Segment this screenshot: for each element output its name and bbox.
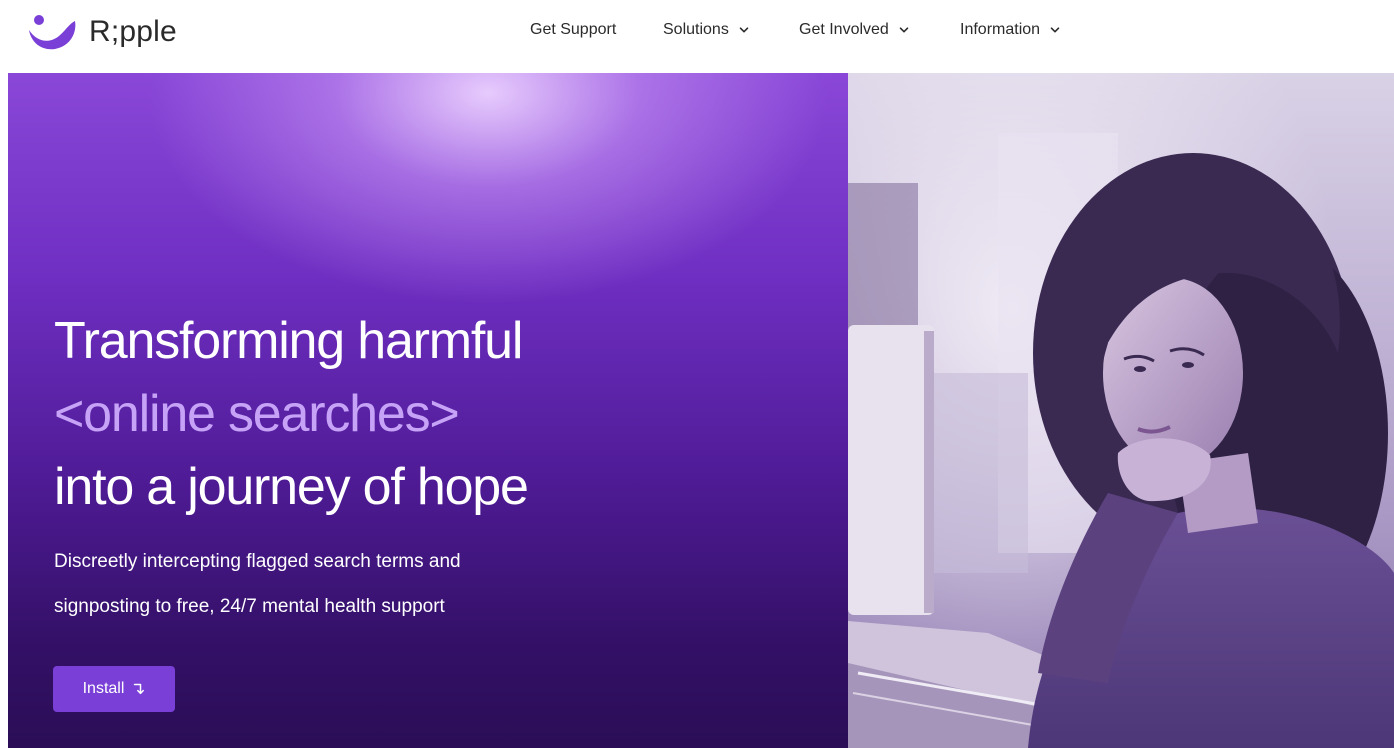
chevron-down-icon <box>739 27 749 33</box>
hero-subtitle-line: signposting to free, 24/7 mental health … <box>54 596 445 617</box>
hero-title-accent-line: <online searches> <box>54 385 460 443</box>
brand-logo[interactable]: R;pple <box>27 12 187 52</box>
ripple-wave-logo-icon <box>29 15 76 50</box>
nav-get-involved[interactable]: Get Involved <box>799 21 909 39</box>
arrow-turn-down-icon <box>134 683 145 695</box>
chevron-down-icon <box>899 27 909 33</box>
hero-photo <box>848 73 1394 748</box>
chevron-down-icon <box>1050 27 1060 33</box>
woman-at-laptop-image <box>848 73 1394 748</box>
hero-subtitle: Discreetly intercepting flagged search t… <box>54 539 461 629</box>
nav-solutions[interactable]: Solutions <box>663 21 749 39</box>
nav-label: Information <box>960 21 1041 38</box>
nav-get-support[interactable]: Get Support <box>530 21 616 39</box>
nav-label: Get Involved <box>799 21 889 38</box>
site-header: R;pple Get Support Solutions Get Involve… <box>0 0 1394 73</box>
hero-title-line: into a journey of hope <box>54 458 529 516</box>
hero-title: Transforming harmful <online searches> i… <box>54 305 529 524</box>
hero-section: Transforming harmful <online searches> i… <box>8 73 848 748</box>
nav-label: Get Support <box>530 21 617 38</box>
hero-title-line: Transforming harmful <box>54 312 523 370</box>
install-label: Install <box>82 680 125 697</box>
install-button[interactable]: Install <box>53 666 175 712</box>
brand-name: R;pple <box>89 15 177 48</box>
hero-subtitle-line: Discreetly intercepting flagged search t… <box>54 551 461 572</box>
nav-label: Solutions <box>663 21 729 38</box>
nav-information[interactable]: Information <box>960 21 1060 39</box>
